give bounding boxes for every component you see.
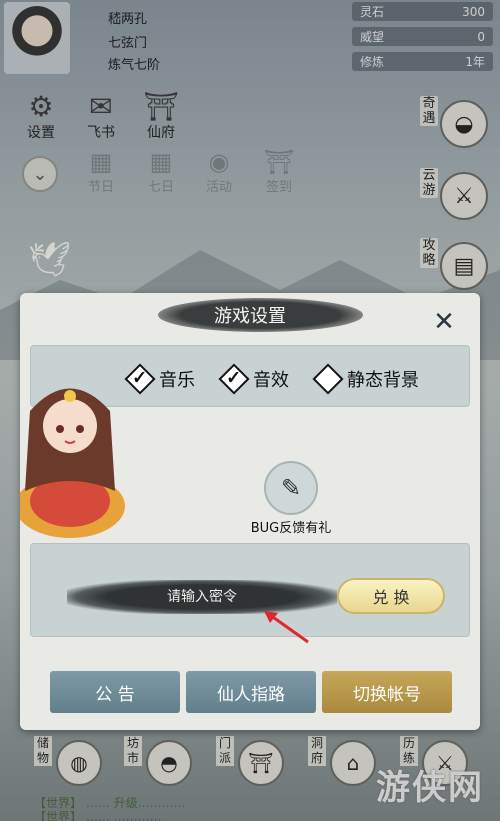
sound-effects-label: 音效 xyxy=(253,370,289,391)
close-icon: ✕ xyxy=(433,307,455,337)
switch-account-button[interactable]: 切换帐号 xyxy=(322,671,452,713)
immortal-guide-button[interactable]: 仙人指路 xyxy=(186,671,316,713)
static-background-toggle[interactable]: 静态背景 xyxy=(312,363,419,395)
checkbox-unchecked-icon[interactable] xyxy=(312,363,344,395)
redeem-panel: 兑 换 xyxy=(30,543,470,637)
sound-effects-toggle[interactable]: ✓ 音效 xyxy=(218,363,289,395)
music-label: 音乐 xyxy=(159,370,195,391)
static-background-label: 静态背景 xyxy=(347,370,419,391)
close-button[interactable]: ✕ xyxy=(430,309,458,337)
settings-dialog: 游戏设置 ✕ ✓ 音乐 ✓ 音效 静态背景 ✎ BUG反馈有礼 兑 换 xyxy=(20,293,480,730)
dialog-title: 游戏设置 xyxy=(214,306,286,327)
mascot-girl-illustration xyxy=(20,388,125,538)
bug-feedback-label: BUG反馈有礼 xyxy=(250,521,332,536)
annotation-arrow xyxy=(264,611,309,644)
checkbox-checked-icon[interactable]: ✓ xyxy=(218,363,250,395)
edit-icon: ✎ xyxy=(264,461,318,515)
redeem-button[interactable]: 兑 换 xyxy=(337,578,445,614)
announcement-button[interactable]: 公 告 xyxy=(50,671,180,713)
bug-feedback-button[interactable]: ✎ BUG反馈有礼 xyxy=(248,461,334,536)
